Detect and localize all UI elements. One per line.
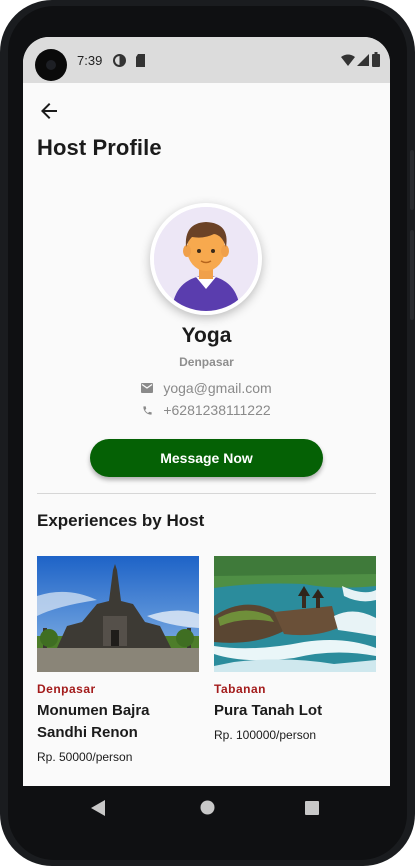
page-title: Host Profile xyxy=(37,135,162,160)
section-divider xyxy=(37,493,376,494)
status-bar: 7:39 xyxy=(23,37,390,83)
signal-icon xyxy=(357,54,369,66)
recents-square-icon[interactable] xyxy=(305,801,319,815)
card-price: Rp. 50000/person xyxy=(37,750,133,764)
host-email: yoga@gmail.com xyxy=(163,380,272,396)
message-now-button[interactable]: Message Now xyxy=(90,439,323,477)
experience-card[interactable]: Tabanan Pura Tanah Lot Rp. 100000/person xyxy=(214,556,376,742)
card-title: Monumen Bajra Sandhi Renon xyxy=(37,702,150,741)
home-circle-icon[interactable] xyxy=(200,800,215,815)
wifi-icon xyxy=(341,54,355,66)
sd-card-icon xyxy=(136,54,145,67)
battery-icon xyxy=(372,52,380,67)
sea-temple-photo xyxy=(214,556,376,672)
card-city: Denpasar xyxy=(37,682,96,696)
phone-row: +6281238111222 xyxy=(23,402,390,418)
email-icon xyxy=(141,383,154,393)
power-button xyxy=(410,230,414,320)
phone-icon xyxy=(143,405,152,415)
monument-photo xyxy=(37,556,199,672)
front-camera xyxy=(35,49,67,81)
system-nav-bar xyxy=(23,786,390,834)
experience-card[interactable]: Denpasar Monumen Bajra Sandhi Renon Rp. … xyxy=(37,556,199,764)
host-profile-page: Host Profile Yoga Denpasar yoga@gmail.co… xyxy=(23,83,390,830)
host-phone: +6281238111222 xyxy=(163,402,271,418)
card-city: Tabanan xyxy=(214,682,266,696)
experiences-section-title: Experiences by Host xyxy=(37,511,205,530)
host-avatar xyxy=(150,203,262,315)
data-saver-icon xyxy=(113,54,126,67)
arrow-left-icon[interactable] xyxy=(37,99,61,123)
phone-screen: 7:39 Host Profile Yoga Denpasar yoga@gma… xyxy=(23,37,390,830)
volume-button xyxy=(410,150,414,210)
host-name: Yoga xyxy=(181,324,232,347)
card-title: Pura Tanah Lot xyxy=(214,702,323,719)
person-avatar-icon xyxy=(154,207,258,311)
back-triangle-icon[interactable] xyxy=(91,800,105,816)
card-price: Rp. 100000/person xyxy=(214,728,317,742)
status-time: 7:39 xyxy=(77,53,103,68)
host-city: Denpasar xyxy=(179,355,234,369)
email-row: yoga@gmail.com xyxy=(23,380,390,396)
